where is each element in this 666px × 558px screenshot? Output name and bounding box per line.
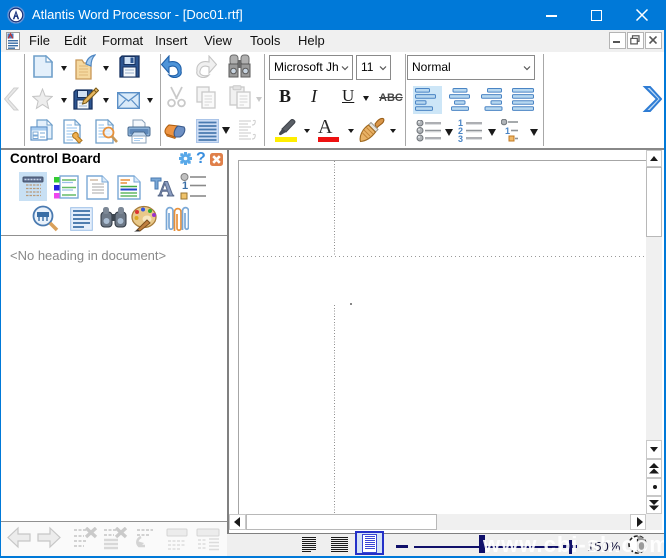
svg-text:3: 3: [458, 134, 463, 142]
svg-text:A: A: [158, 176, 174, 200]
svg-text:1: 1: [182, 180, 188, 192]
svg-text:1: 1: [505, 126, 510, 136]
